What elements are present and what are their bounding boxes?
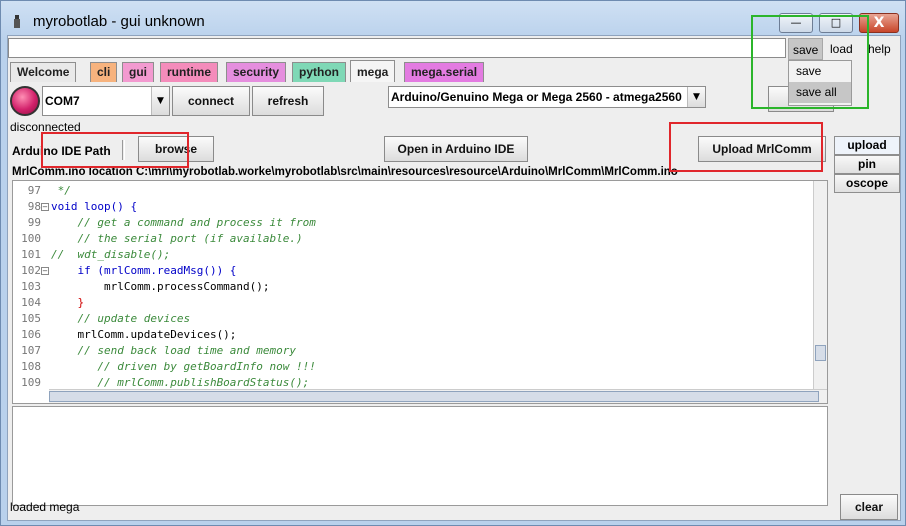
line-number: 103 bbox=[21, 280, 41, 293]
highlight-box bbox=[41, 132, 189, 168]
tab-cli[interactable]: cli bbox=[90, 62, 118, 82]
scroll-thumb[interactable] bbox=[815, 345, 826, 361]
code-editor[interactable]: 97 98 99 100 101 102 103 104 105 106 107… bbox=[12, 180, 828, 404]
line-number: 105 bbox=[21, 312, 41, 325]
line-number: 104 bbox=[21, 296, 41, 309]
tab-python[interactable]: python bbox=[292, 62, 346, 82]
close-icon: X bbox=[873, 15, 885, 31]
port-value: COM7 bbox=[45, 94, 80, 108]
side-tab-pin[interactable]: pin bbox=[834, 155, 900, 174]
port-select[interactable]: COM7 ▼ bbox=[42, 86, 170, 116]
board-value: Arduino/Genuino Mega or Mega 2560 - atme… bbox=[391, 90, 682, 104]
command-input[interactable] bbox=[8, 38, 786, 58]
code-line: // get a command and process it from bbox=[51, 216, 316, 229]
refresh-button[interactable]: refresh bbox=[252, 86, 324, 116]
chevron-down-icon[interactable]: ▼ bbox=[151, 87, 169, 115]
fold-collapse-icon[interactable]: − bbox=[41, 203, 49, 211]
line-number: 102 bbox=[21, 264, 41, 277]
line-number: 99 bbox=[27, 216, 41, 229]
clear-button[interactable]: clear bbox=[840, 494, 898, 520]
tab-mega[interactable]: mega bbox=[350, 60, 396, 82]
code-line: */ bbox=[51, 184, 71, 197]
tab-runtime[interactable]: runtime bbox=[160, 62, 219, 82]
board-select[interactable]: Arduino/Genuino Mega or Mega 2560 - atme… bbox=[388, 86, 706, 108]
code-line: mrlComm.updateDevices(); bbox=[51, 328, 237, 341]
fold-collapse-icon[interactable]: − bbox=[41, 267, 49, 275]
code-line: // send back load time and memory bbox=[51, 344, 297, 357]
editor-vertical-scrollbar[interactable] bbox=[813, 181, 827, 389]
scroll-thumb[interactable] bbox=[49, 391, 819, 402]
code-line: mrlComm.processCommand(); bbox=[51, 280, 270, 293]
line-number-gutter: 97 98 99 100 101 102 103 104 105 106 107… bbox=[13, 181, 49, 389]
line-number: 109 bbox=[21, 376, 41, 389]
app-icon bbox=[14, 15, 20, 28]
open-in-arduino-ide-button[interactable]: Open in Arduino IDE bbox=[384, 136, 528, 162]
chevron-down-icon[interactable]: ▼ bbox=[687, 87, 705, 107]
line-number: 107 bbox=[21, 344, 41, 357]
tab-security[interactable]: security bbox=[226, 62, 287, 82]
status-text: loaded mega bbox=[10, 500, 80, 514]
tab-mega-serial[interactable]: mega.serial bbox=[404, 62, 485, 82]
side-tab-upload[interactable]: upload bbox=[834, 136, 900, 155]
window-title: myrobotlab - gui unknown bbox=[33, 13, 205, 30]
code-line: // the serial port (if available.) bbox=[51, 232, 303, 245]
line-number: 97 bbox=[27, 184, 41, 197]
line-number: 106 bbox=[21, 328, 41, 341]
connection-status-led bbox=[10, 86, 40, 116]
highlight-box bbox=[751, 15, 869, 109]
line-number: 108 bbox=[21, 360, 41, 373]
code-line: void loop() { bbox=[51, 200, 138, 213]
output-console[interactable] bbox=[12, 406, 828, 506]
code-line: // update devices bbox=[51, 312, 191, 325]
code-line: if (mrlComm.readMsg()) { bbox=[51, 264, 237, 277]
tab-welcome[interactable]: Welcome bbox=[10, 62, 77, 82]
app-window: myrobotlab - gui unknown — □ X save load… bbox=[0, 0, 906, 526]
line-number: 101 bbox=[21, 248, 41, 261]
editor-horizontal-scrollbar[interactable] bbox=[49, 389, 827, 403]
code-line: // driven by getBoardInfo now !!! bbox=[51, 360, 316, 373]
connect-button[interactable]: connect bbox=[172, 86, 250, 116]
side-tab-oscope[interactable]: oscope bbox=[834, 174, 900, 193]
code-line: // wdt_disable(); bbox=[51, 248, 171, 261]
highlight-box bbox=[669, 122, 823, 172]
tab-gui[interactable]: gui bbox=[122, 62, 154, 82]
line-number: 98 bbox=[27, 200, 41, 213]
code-line: } bbox=[51, 296, 85, 309]
line-number: 100 bbox=[21, 232, 41, 245]
